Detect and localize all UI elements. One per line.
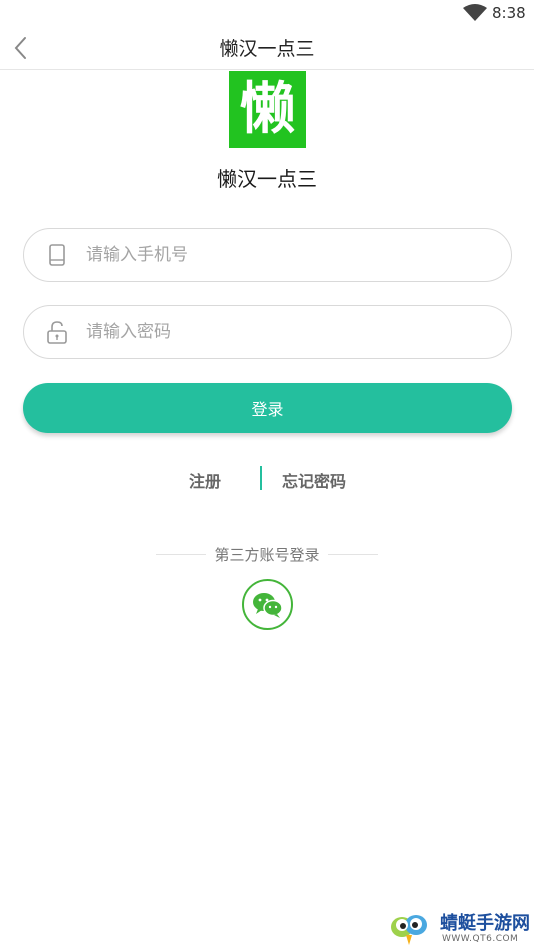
page-title: 懒汉一点三 xyxy=(219,38,315,60)
app-name: 懒汉一点三 xyxy=(217,167,317,191)
register-link[interactable]: 注册 xyxy=(189,468,221,492)
password-field[interactable] xyxy=(23,305,512,359)
status-time: 8:38 xyxy=(492,4,526,22)
watermark: 蜻蜓手游网 WWW.QT6.COM xyxy=(386,907,532,947)
third-party-label: 第三方账号登录 xyxy=(214,546,320,564)
link-divider xyxy=(260,466,262,490)
wechat-icon xyxy=(252,592,283,618)
forgot-password-link[interactable]: 忘记密码 xyxy=(282,468,346,492)
app-bar: 懒汉一点三 xyxy=(0,28,534,70)
dragonfly-logo-icon xyxy=(391,915,427,945)
phone-icon xyxy=(49,244,65,266)
auth-links: 注册 忘记密码 xyxy=(0,464,534,492)
phone-input[interactable] xyxy=(86,229,491,281)
wifi-icon xyxy=(463,4,487,21)
phone-field[interactable] xyxy=(23,228,512,282)
app-logo: 懒 xyxy=(229,71,306,148)
lock-icon xyxy=(47,321,67,344)
password-input[interactable] xyxy=(86,306,491,358)
login-button[interactable]: 登录 xyxy=(23,383,512,433)
watermark-url: WWW.QT6.COM xyxy=(442,934,519,944)
wechat-login-button[interactable] xyxy=(242,579,293,630)
watermark-name: 蜻蜓手游网 xyxy=(440,913,530,934)
status-bar: 8:38 xyxy=(0,0,534,28)
logo-glyph: 懒 xyxy=(239,76,296,142)
divider-right xyxy=(328,554,378,555)
third-party-login: 第三方账号登录 xyxy=(0,544,534,566)
